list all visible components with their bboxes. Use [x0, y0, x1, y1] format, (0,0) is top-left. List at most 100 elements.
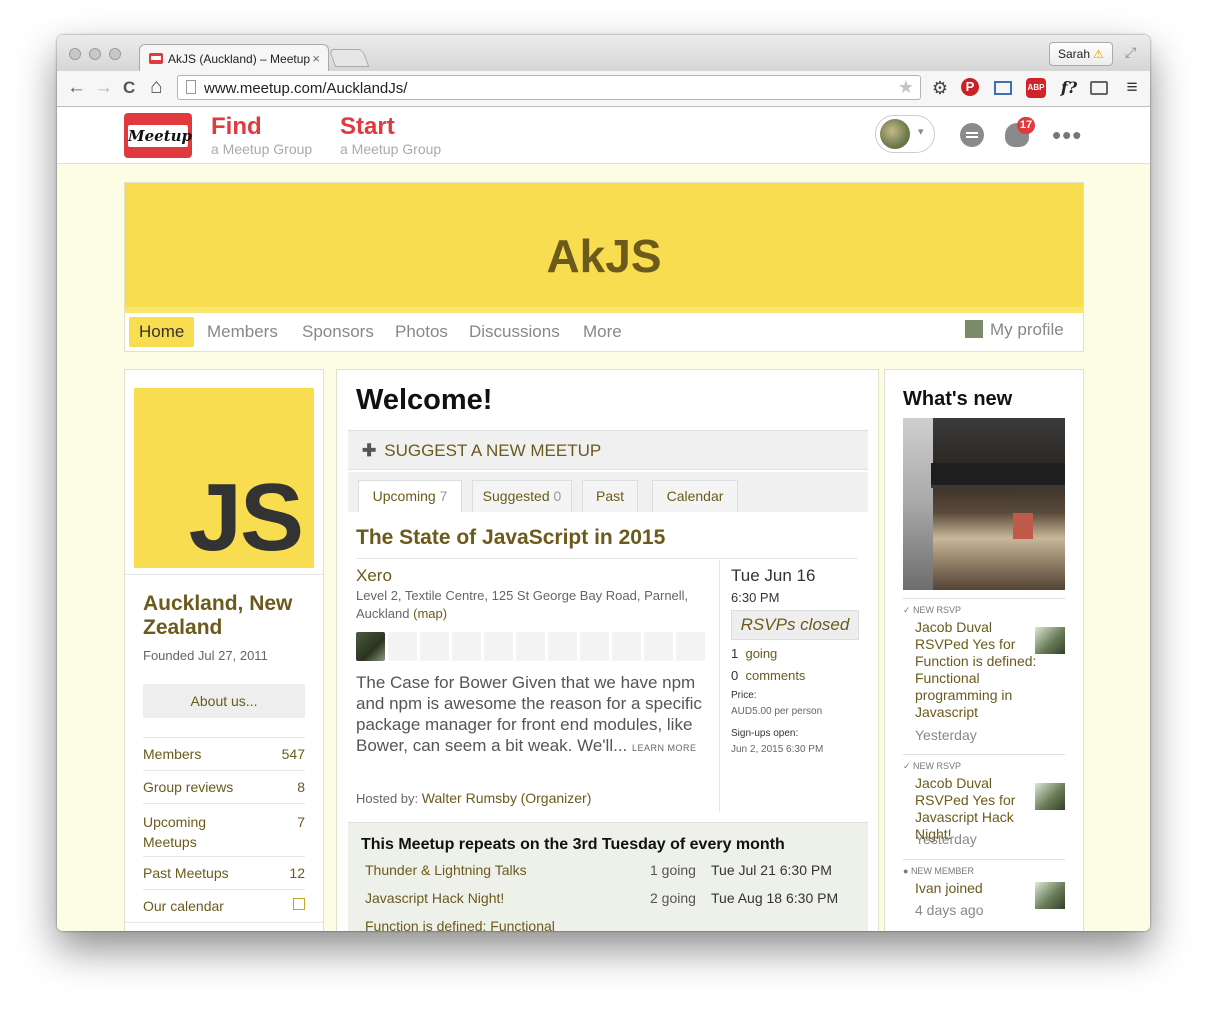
stat-label: Past Meetups: [143, 865, 229, 881]
suggest-meetup-button[interactable]: ✚ SUGGEST A NEW MEETUP: [348, 430, 868, 470]
tab-upcoming[interactable]: Upcoming 7: [358, 480, 462, 512]
feed-text[interactable]: Ivan joined: [915, 880, 1039, 897]
tab-calendar[interactable]: Calendar: [652, 480, 738, 512]
screen-capture-icon[interactable]: [994, 81, 1012, 95]
tab-home[interactable]: Home: [129, 317, 195, 347]
host-name-link[interactable]: Walter Rumsby: [422, 790, 517, 806]
fullscreen-icon[interactable]: ⤢: [1125, 44, 1136, 61]
avatar[interactable]: [1035, 882, 1065, 909]
bookmark-star-icon[interactable]: ★: [898, 77, 914, 98]
feed-time: 4 days ago: [915, 902, 984, 918]
feed-type: ✓ NEW RSVP: [903, 761, 962, 771]
minimize-window-button[interactable]: [89, 48, 101, 60]
browser-tab-active[interactable]: AkJS (Auckland) – Meetup ×: [139, 44, 329, 72]
messages-icon[interactable]: [960, 123, 984, 147]
find-link[interactable]: Find: [211, 113, 262, 141]
zoom-window-button[interactable]: [109, 48, 121, 60]
avatar[interactable]: [356, 632, 385, 661]
list-item[interactable]: Function is defined: Functional: [365, 918, 860, 931]
avatar-placeholder: [516, 632, 545, 661]
avatar-placeholder: [580, 632, 609, 661]
main-content: Welcome! ✚ SUGGEST A NEW MEETUP Upcoming …: [336, 369, 879, 931]
tab-photos[interactable]: Photos: [395, 322, 448, 342]
avatar-placeholder: [484, 632, 513, 661]
going-count[interactable]: 1 going: [731, 646, 777, 661]
event-description: The Case for Bower Given that we have np…: [356, 672, 711, 759]
signups-value: Jun 2, 2015 6:30 PM: [731, 744, 824, 755]
plus-icon: ✚: [362, 441, 377, 460]
home-button[interactable]: ⌂: [150, 75, 163, 99]
going-number: 1: [731, 646, 739, 661]
group-city[interactable]: Auckland, New Zealand: [143, 592, 313, 640]
event-title[interactable]: The State of JavaScript in 2015: [356, 526, 665, 550]
gear-icon[interactable]: ⚙: [929, 78, 951, 98]
cast-icon[interactable]: [1090, 81, 1108, 95]
group-logo: JS: [134, 388, 314, 568]
group-logo-text: JS: [188, 464, 304, 571]
stat-group-reviews[interactable]: Group reviews 8: [143, 770, 305, 795]
tab-members[interactable]: Members: [207, 322, 278, 342]
more-icon[interactable]: •••: [1052, 120, 1082, 151]
our-calendar-link[interactable]: Our calendar: [143, 889, 305, 914]
feed-type-label: NEW MEMBER: [910, 866, 974, 876]
repeat-title: This Meetup repeats on the 3rd Tuesday o…: [361, 836, 785, 853]
about-us-button[interactable]: About us...: [143, 684, 305, 718]
reload-button[interactable]: C: [123, 78, 135, 98]
stat-value: 12: [289, 865, 305, 881]
url-text: www.meetup.com/AucklandJs/: [204, 80, 408, 97]
signups-label: Sign-ups open:: [731, 728, 799, 739]
tab-label: Upcoming: [372, 488, 436, 504]
map-link[interactable]: (map): [413, 606, 447, 621]
profile-thumb: [965, 320, 983, 338]
account-menu-button[interactable]: ▾: [875, 115, 935, 153]
tab-past[interactable]: Past: [582, 480, 638, 512]
adblock-icon[interactable]: ABP: [1026, 78, 1046, 98]
chevron-down-icon: ▾: [918, 126, 924, 138]
stat-value: 547: [281, 746, 305, 762]
suggest-label: SUGGEST A NEW MEETUP: [384, 441, 602, 460]
tab-count: 7: [439, 488, 448, 504]
avatar[interactable]: [1035, 627, 1065, 654]
avatar-placeholder: [676, 632, 705, 661]
back-button[interactable]: ←: [67, 77, 86, 99]
address-text: Level 2, Textile Centre, 125 St George B…: [356, 588, 689, 621]
address-bar[interactable]: www.meetup.com/AucklandJs/ ★: [177, 75, 921, 100]
comments-label: comments: [745, 668, 806, 683]
list-item[interactable]: Thunder & Lightning Talks 1 going Tue Jul …: [365, 862, 860, 878]
learn-more-link[interactable]: LEARN MORE: [632, 743, 697, 753]
start-link[interactable]: Start: [340, 113, 395, 141]
photo-sky: [903, 418, 933, 590]
avatar[interactable]: [1035, 783, 1065, 810]
avatar-placeholder: [420, 632, 449, 661]
group-photo[interactable]: [903, 418, 1065, 590]
feed-text[interactable]: Jacob Duval RSVPed Yes for Function is d…: [915, 619, 1041, 721]
comments-count[interactable]: 0 comments: [731, 668, 805, 683]
repeat-date: Tue Jul 21 6:30 PM: [711, 862, 832, 878]
tab-suggested[interactable]: Suggested 0: [472, 480, 572, 512]
divider: [356, 558, 858, 559]
menu-icon[interactable]: ≡: [1121, 78, 1143, 98]
tab-discussions[interactable]: Discussions: [469, 322, 560, 342]
stat-upcoming-meetups[interactable]: Upcoming Meetups 7: [143, 803, 305, 852]
close-window-button[interactable]: [69, 48, 81, 60]
new-tab-button[interactable]: [328, 49, 370, 67]
tab-sponsors[interactable]: Sponsors: [302, 322, 374, 342]
list-item[interactable]: Javascript Hack Night! 2 going Tue Aug 18 …: [365, 890, 860, 906]
going-label: going: [745, 646, 778, 661]
forward-button[interactable]: →: [94, 77, 113, 99]
my-profile-link[interactable]: My profile: [965, 320, 1064, 340]
stat-past-meetups[interactable]: Past Meetups 12: [143, 856, 305, 881]
meetup-logo[interactable]: Meetup: [124, 113, 192, 158]
photo-awning: [931, 463, 1065, 488]
warning-icon: ⚠: [1093, 47, 1104, 61]
stat-members[interactable]: Members 547: [143, 737, 305, 762]
profile-button[interactable]: Sarah ⚠: [1049, 42, 1113, 66]
start-subtitle: a Meetup Group: [340, 141, 442, 157]
tab-more[interactable]: More: [583, 322, 622, 342]
pinterest-icon[interactable]: P: [961, 78, 979, 96]
tab-close-icon[interactable]: ×: [312, 51, 320, 66]
feed-type: ✓ NEW RSVP: [903, 605, 962, 615]
f-question-icon[interactable]: f?: [1058, 78, 1080, 98]
event-venue[interactable]: Xero: [356, 566, 392, 586]
event-address: Level 2, Textile Centre, 125 St George B…: [356, 587, 711, 623]
